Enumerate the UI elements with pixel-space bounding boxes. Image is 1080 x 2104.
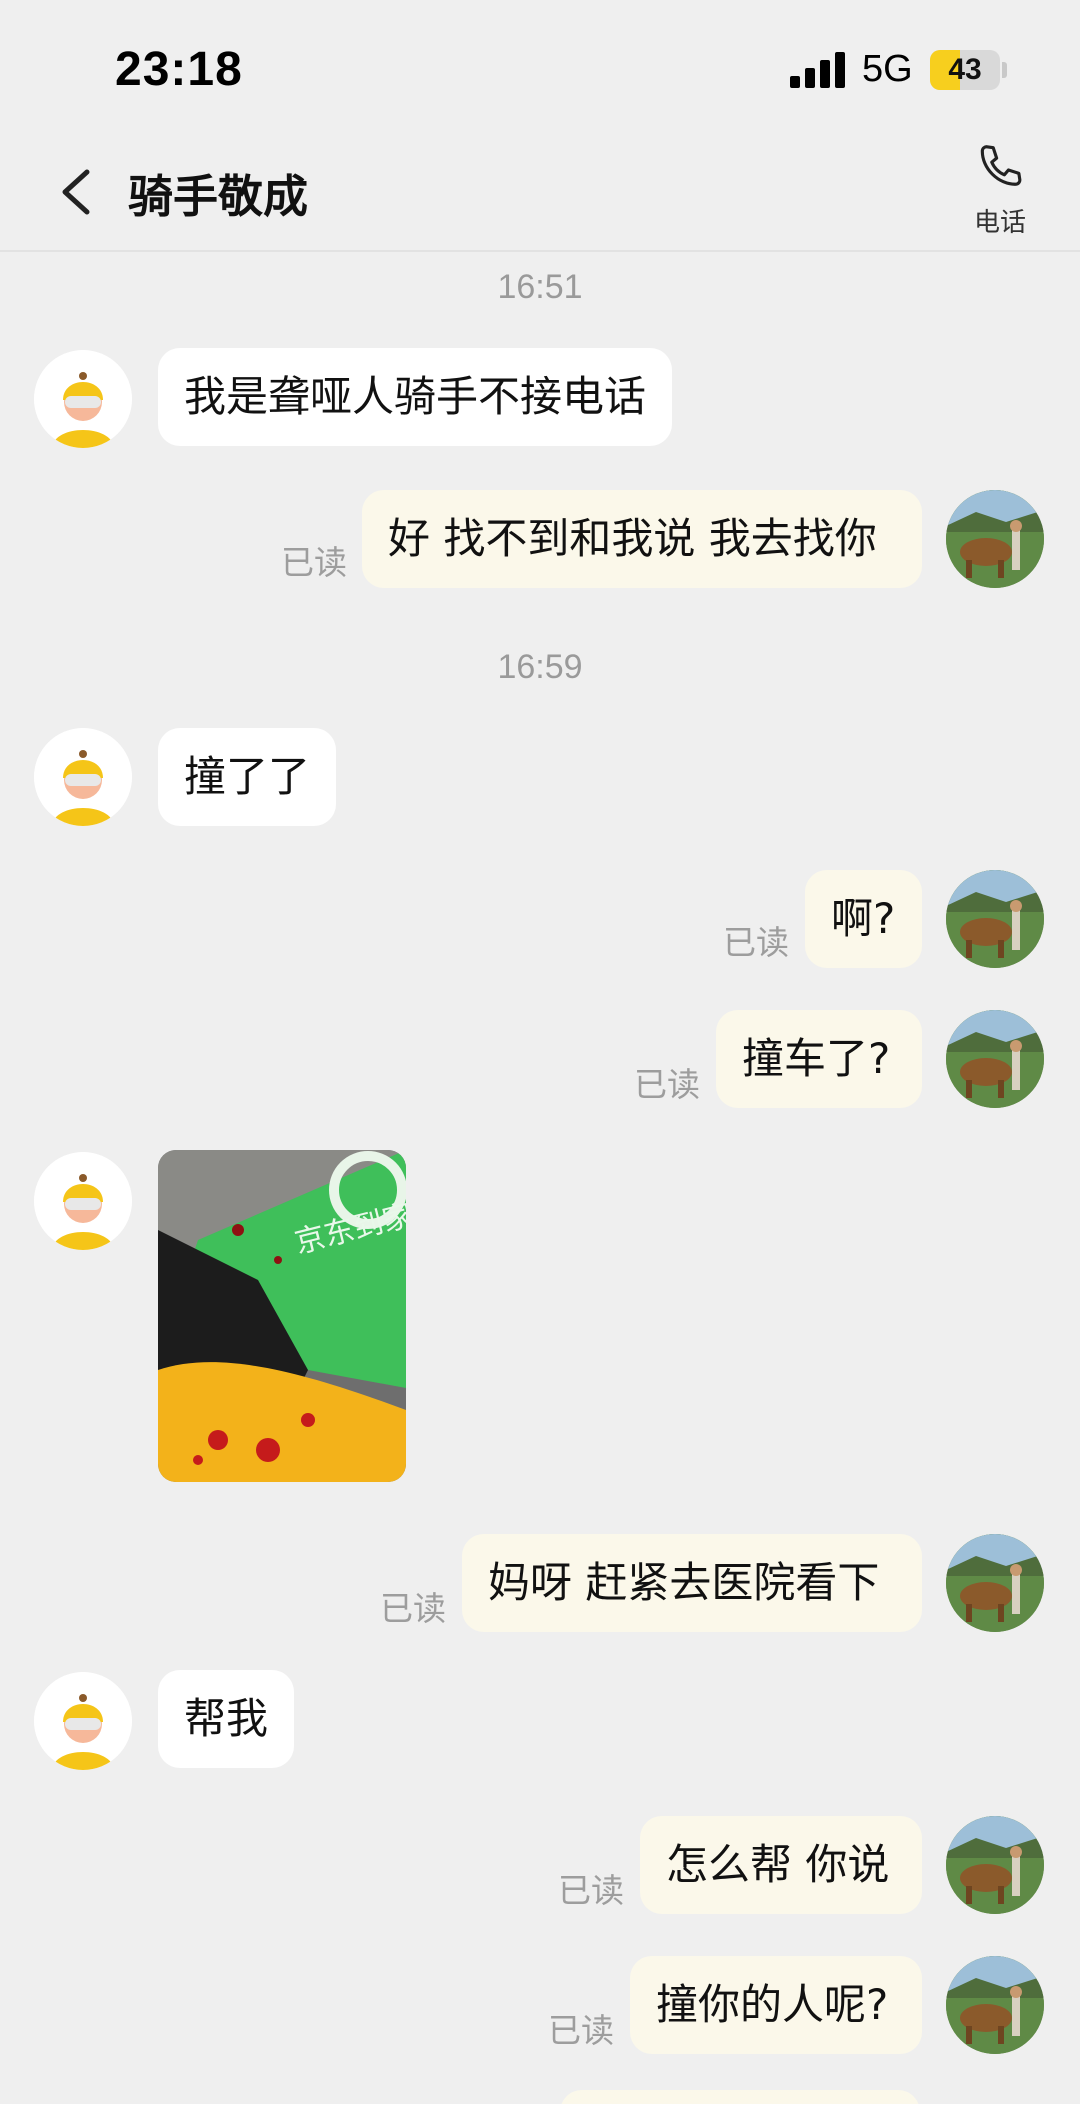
phone-icon — [980, 145, 1022, 186]
rider-avatar-icon — [34, 728, 132, 826]
user-avatar[interactable] — [946, 870, 1044, 968]
message-bubble-incoming[interactable]: 撞了了 — [158, 728, 337, 826]
battery-tip — [1002, 62, 1007, 78]
read-receipt: 已读 — [634, 1065, 700, 1104]
message-bubble-outgoing[interactable]: 撞车了? — [716, 1010, 922, 1108]
message-bubble-outgoing[interactable]: 啊? — [805, 870, 922, 968]
message-bubble-partial[interactable] — [560, 2090, 920, 2104]
user-avatar[interactable] — [946, 1956, 1044, 2054]
rider-avatar-icon — [34, 350, 132, 448]
rider-avatar[interactable] — [34, 1152, 132, 1250]
message-bubble-incoming[interactable]: 帮我 — [158, 1670, 295, 1768]
read-receipt: 已读 — [723, 923, 789, 962]
contact-name: 骑手敬成 — [128, 170, 309, 223]
rider-avatar[interactable] — [34, 1672, 132, 1770]
network-type: 5G — [862, 48, 913, 90]
battery-icon: 43 — [930, 50, 1000, 90]
user-avatar-image — [946, 1010, 1044, 1108]
user-avatar[interactable] — [946, 1816, 1044, 1914]
user-avatar[interactable] — [946, 1534, 1044, 1632]
user-avatar-image — [946, 870, 1044, 968]
user-avatar[interactable] — [946, 1010, 1044, 1108]
rider-avatar[interactable] — [34, 728, 132, 826]
signal-icon — [790, 52, 846, 88]
message-image[interactable]: 京东到家 — [158, 1150, 406, 1482]
message-bubble-incoming[interactable]: 我是聋哑人骑手不接电话 — [158, 348, 673, 446]
chat-header: 骑手敬成 电话 — [0, 130, 1080, 252]
back-button[interactable] — [55, 166, 99, 218]
user-avatar-image — [946, 1816, 1044, 1914]
user-avatar-image — [946, 490, 1044, 588]
user-avatar-image — [946, 1956, 1044, 2054]
call-label: 电话 — [973, 208, 1026, 238]
read-receipt: 已读 — [380, 1589, 446, 1628]
read-receipt: 已读 — [281, 543, 347, 582]
chat-timestamp: 16:59 — [497, 648, 583, 686]
rider-avatar-icon — [34, 1672, 132, 1770]
rider-avatar-icon — [34, 1152, 132, 1250]
status-bar: 23:18 5G 43 — [0, 0, 1080, 130]
rider-avatar[interactable] — [34, 350, 132, 448]
message-bubble-outgoing[interactable]: 好 找不到和我说 我去找你 — [362, 490, 922, 588]
read-receipt: 已读 — [558, 1871, 624, 1910]
message-bubble-outgoing[interactable]: 撞你的人呢? — [630, 1956, 922, 2054]
user-avatar-image — [946, 1534, 1044, 1632]
chevron-left-icon — [62, 169, 90, 215]
battery-level: 43 — [948, 53, 982, 86]
call-button[interactable]: 电话 — [960, 140, 1040, 248]
message-bubble-outgoing[interactable]: 怎么帮 你说 — [640, 1816, 922, 1914]
message-bubble-outgoing[interactable]: 妈呀 赶紧去医院看下 — [462, 1534, 922, 1632]
user-avatar[interactable] — [946, 490, 1044, 588]
read-receipt: 已读 — [548, 2011, 614, 2050]
chat-timestamp: 16:51 — [497, 268, 583, 306]
status-time: 23:18 — [115, 43, 243, 96]
